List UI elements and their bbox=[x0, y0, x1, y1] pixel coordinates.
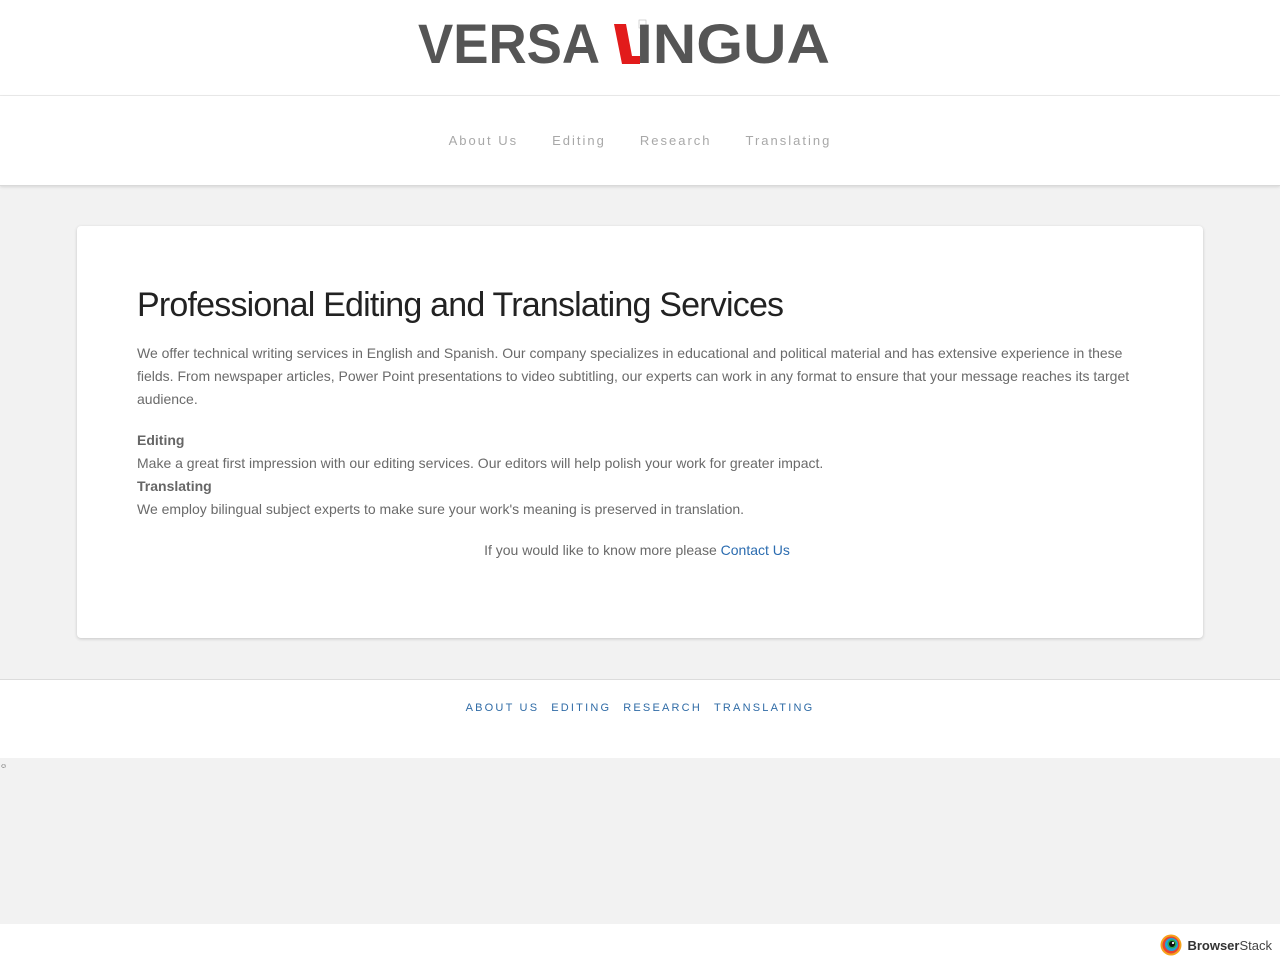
browserstack-text: BrowserStack bbox=[1187, 938, 1272, 953]
footer-link-editing[interactable]: EDITING bbox=[545, 702, 617, 714]
nav-item-about-us[interactable]: About Us bbox=[432, 133, 535, 148]
main-navigation: About Us Editing Research Translating bbox=[0, 96, 1280, 186]
service-title-translating: Translating bbox=[137, 478, 212, 494]
content-card: Professional Editing and Translating Ser… bbox=[77, 226, 1203, 638]
page-title: Professional Editing and Translating Ser… bbox=[137, 286, 784, 324]
service-description-translating: We employ bilingual subject experts to m… bbox=[137, 501, 745, 517]
footer: ABOUT US EDITING RESEARCH TRANSLATING bbox=[0, 679, 1280, 758]
site-logo[interactable]: VERSA INGUA bbox=[418, 14, 832, 74]
contact-line: If you would like to know more please Co… bbox=[137, 539, 1137, 562]
nav-item-translating[interactable]: Translating bbox=[729, 133, 849, 148]
browserstack-logo-icon bbox=[1160, 934, 1182, 956]
bottom-strip bbox=[0, 924, 1280, 964]
versalingua-logo-icon: VERSA INGUA bbox=[418, 14, 830, 74]
contact-prefix: If you would like to know more please bbox=[484, 542, 717, 558]
smiley-icon: ☺ bbox=[0, 763, 8, 770]
nav-item-editing[interactable]: Editing bbox=[535, 133, 623, 148]
contact-us-link[interactable]: Contact Us bbox=[721, 542, 790, 558]
service-description-editing: Make a great first impression with our e… bbox=[137, 455, 824, 471]
logo-text-left: VERSA bbox=[418, 14, 600, 74]
nav-item-research[interactable]: Research bbox=[623, 133, 729, 148]
browserstack-text-left: Browser bbox=[1187, 937, 1240, 953]
logo-header: VERSA INGUA bbox=[0, 0, 1280, 96]
intro-paragraph: We offer technical writing services in E… bbox=[137, 345, 1130, 407]
footer-link-research[interactable]: RESEARCH bbox=[617, 702, 708, 714]
footer-link-translating[interactable]: TRANSLATING bbox=[708, 702, 820, 714]
browserstack-text-right: Stack bbox=[1239, 937, 1272, 953]
browserstack-badge[interactable]: BrowserStack bbox=[1160, 934, 1272, 956]
logo-text-right: INGUA bbox=[636, 14, 830, 74]
services-list: Editing Make a great first impression wi… bbox=[137, 429, 1137, 521]
footer-link-about-us[interactable]: ABOUT US bbox=[460, 702, 546, 714]
service-title-editing: Editing bbox=[137, 432, 185, 448]
